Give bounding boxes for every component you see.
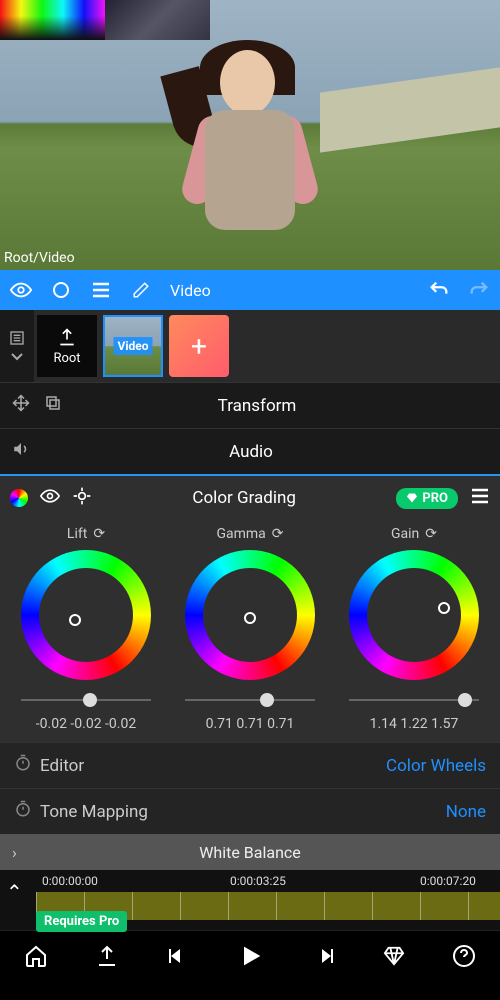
video-preview[interactable]: Root/Video — [0, 0, 500, 270]
clip-thumb-label: Video — [113, 337, 152, 355]
reset-icon[interactable]: ⟳ — [425, 526, 437, 542]
tonemapping-label: Tone Mapping — [40, 802, 446, 822]
transform-title: Transform — [74, 396, 440, 416]
color-wheel-icon[interactable] — [10, 489, 28, 507]
gain-color-wheel[interactable] — [349, 550, 479, 680]
gain-label: Gain — [391, 526, 419, 542]
lift-values: -0.02 -0.02 -0.02 — [36, 716, 136, 732]
requires-pro-badge[interactable]: Requires Pro — [36, 911, 127, 932]
play-icon[interactable] — [237, 942, 265, 976]
speaker-icon — [12, 440, 30, 463]
menu-icon[interactable] — [90, 279, 112, 301]
bottom-bar — [0, 930, 500, 986]
step-back-icon[interactable] — [166, 944, 190, 974]
clip-thumbnail[interactable]: Video — [103, 315, 163, 377]
lift-dot[interactable] — [69, 614, 81, 626]
gamma-values: 0.71 0.71 0.71 — [206, 716, 295, 732]
editor-label: Editor — [40, 756, 386, 776]
root-label: Root — [53, 351, 80, 366]
visibility-icon[interactable] — [40, 486, 60, 510]
gain-wheel-col: Gain ⟳ 1.14 1.22 1.57 — [336, 526, 492, 732]
section-audio[interactable]: Audio — [0, 428, 500, 474]
expand-up-icon[interactable]: ⌃ — [6, 880, 23, 904]
help-icon[interactable] — [452, 944, 476, 974]
lift-color-wheel[interactable] — [21, 550, 151, 680]
stopwatch-icon — [14, 754, 40, 777]
upload-icon — [57, 327, 77, 347]
pro-badge[interactable]: PRO — [396, 488, 458, 509]
color-grading-header: Color Grading PRO — [0, 476, 500, 520]
blue-toolbar: Video — [0, 270, 500, 310]
gamma-color-wheel[interactable] — [185, 550, 315, 680]
gamma-wheel-col: Gamma ⟳ 0.71 0.71 0.71 — [172, 526, 328, 732]
menu-icon[interactable] — [470, 486, 490, 510]
color-wheels-row: Lift ⟳ -0.02 -0.02 -0.02 Gamma ⟳ 0.71 0.71… — [0, 520, 500, 742]
color-grading-panel: Color Grading PRO Lift ⟳ -0.02 -0.02 -0.0… — [0, 474, 500, 870]
breadcrumb: Root/Video — [4, 250, 75, 266]
step-forward-icon[interactable] — [312, 944, 336, 974]
preview-figure — [180, 40, 320, 260]
timecode-2: 0:00:07:20 — [420, 874, 476, 888]
white-balance-label: White Balance — [199, 843, 301, 862]
gain-dot[interactable] — [438, 602, 450, 614]
gain-values: 1.14 1.22 1.57 — [370, 716, 459, 732]
nav-column[interactable] — [0, 310, 34, 382]
gamma-label: Gamma — [216, 526, 265, 542]
undo-icon[interactable] — [428, 279, 450, 301]
copy-icon — [44, 394, 62, 417]
white-balance-row[interactable]: › White Balance — [0, 834, 500, 870]
gamma-slider[interactable] — [185, 690, 315, 710]
parade-scope — [105, 0, 210, 40]
section-transform[interactable]: Transform — [0, 382, 500, 428]
root-button[interactable]: Root — [37, 315, 97, 377]
reset-icon[interactable]: ⟳ — [93, 526, 105, 542]
timeline[interactable]: ⌃ 0:00:00:00 0:00:03:25 0:00:07:20 Requi… — [0, 870, 500, 930]
timecode-0: 0:00:00:00 — [42, 874, 98, 888]
reset-icon[interactable]: ⟳ — [272, 526, 284, 542]
preview-wall — [320, 67, 500, 152]
diamond-icon[interactable] — [383, 945, 405, 973]
chevron-right-icon: › — [12, 843, 17, 862]
diamond-icon — [406, 492, 418, 504]
clip-name-label: Video — [170, 281, 211, 300]
tonemapping-value: None — [446, 802, 486, 822]
chevron-down-icon — [10, 352, 24, 362]
color-grading-title: Color Grading — [104, 488, 384, 508]
editor-value: Color Wheels — [386, 756, 486, 776]
gamma-dot[interactable] — [244, 612, 256, 624]
visibility-icon[interactable] — [10, 279, 32, 301]
lift-wheel-col: Lift ⟳ -0.02 -0.02 -0.02 — [8, 526, 164, 732]
stopwatch-icon — [14, 800, 40, 823]
timecode-1: 0:00:03:25 — [230, 874, 286, 888]
list-box-icon — [9, 330, 25, 346]
editor-option-row[interactable]: Editor Color Wheels — [0, 742, 500, 788]
move-icon — [12, 394, 30, 417]
home-icon[interactable] — [24, 944, 48, 974]
edit-icon[interactable] — [130, 279, 152, 301]
add-clip-button[interactable]: + — [169, 315, 229, 377]
circle-icon[interactable] — [50, 279, 72, 301]
plus-icon: + — [191, 330, 207, 363]
redo-icon[interactable] — [468, 279, 490, 301]
scopes-overlay — [0, 0, 210, 40]
lift-slider[interactable] — [21, 690, 151, 710]
lift-label: Lift — [67, 526, 87, 542]
audio-title: Audio — [42, 442, 460, 462]
clip-strip: Root Video + — [0, 310, 500, 382]
export-icon[interactable] — [95, 944, 119, 974]
target-icon[interactable] — [72, 486, 92, 510]
gain-slider[interactable] — [349, 690, 479, 710]
waveform-scope — [0, 0, 105, 40]
tonemapping-option-row[interactable]: Tone Mapping None — [0, 788, 500, 834]
